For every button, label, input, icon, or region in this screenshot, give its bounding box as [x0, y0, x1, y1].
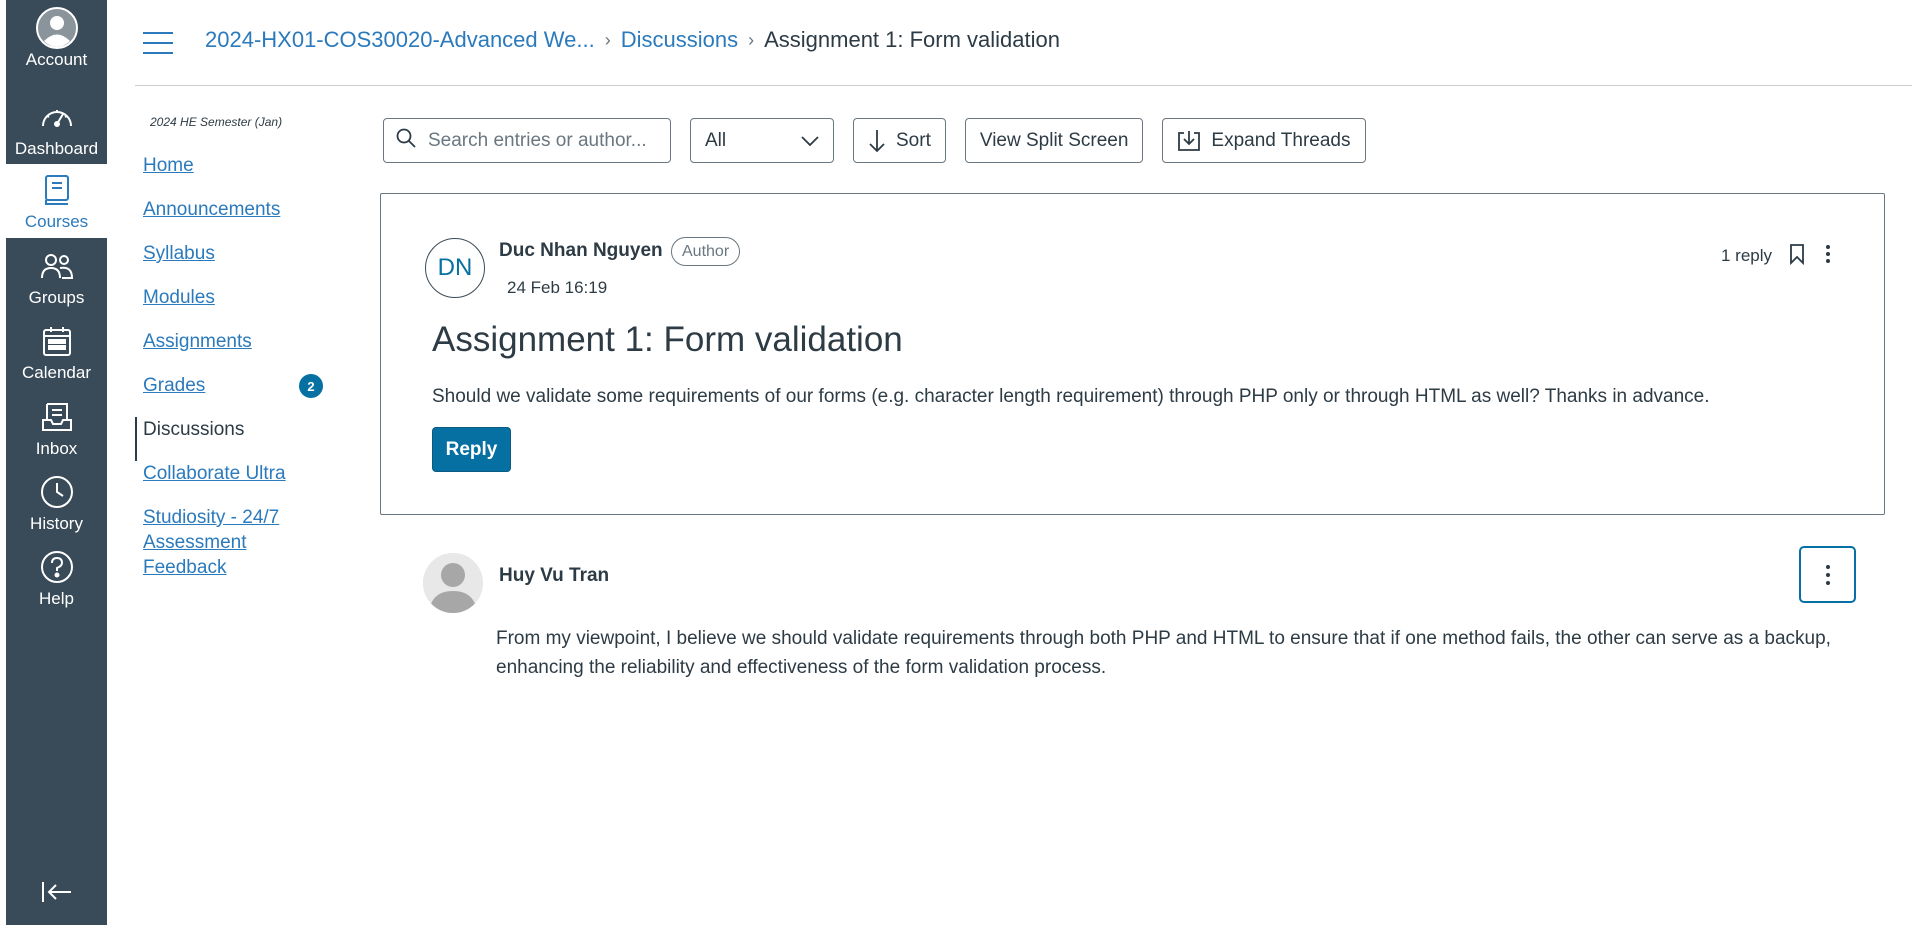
breadcrumb-current: Assignment 1: Form validation — [764, 27, 1060, 52]
global-nav-dashboard-label: Dashboard — [14, 139, 99, 158]
sort-button[interactable]: Sort — [853, 118, 946, 163]
author-avatar[interactable]: DN — [425, 238, 485, 298]
course-nav-modules-link[interactable]: Modules — [143, 287, 215, 308]
reply-entry: Huy Vu Tran From my viewpoint, I believe… — [380, 545, 1885, 685]
global-nav-help-label: Help — [39, 589, 74, 608]
course-menu-toggle-button[interactable] — [143, 32, 173, 54]
search-input[interactable] — [428, 129, 658, 152]
author-role-pill: Author — [671, 237, 741, 266]
search-box — [383, 118, 671, 163]
breadcrumb: 2024-HX01-COS30020-Advanced We... › Disc… — [205, 27, 1060, 53]
topic-options-button[interactable] — [1821, 242, 1835, 266]
course-nav-syllabus-link[interactable]: Syllabus — [143, 243, 215, 264]
kebab-icon-dot — [1825, 580, 1830, 585]
breadcrumb-course-link[interactable]: 2024-HX01-COS30020-Advanced We... — [205, 27, 595, 53]
dashboard-icon — [35, 95, 79, 139]
global-nav-account-label: Account — [25, 50, 88, 69]
reply-button[interactable]: Reply — [432, 427, 511, 472]
global-nav-inbox-label: Inbox — [35, 439, 78, 458]
reply-options-button[interactable] — [1799, 546, 1856, 603]
course-nav-item-assignments: Assignments — [135, 329, 335, 373]
topic-title: Assignment 1: Form validation — [432, 320, 903, 359]
global-nav-account[interactable]: Account — [6, 6, 107, 78]
course-nav-discussions-link[interactable]: Discussions — [143, 419, 244, 440]
expand-threads-button[interactable]: Expand Threads — [1162, 118, 1366, 163]
course-nav-grades-link[interactable]: Grades — [143, 375, 205, 396]
help-icon — [35, 545, 79, 589]
page-header: 2024-HX01-COS30020-Advanced We... › Disc… — [135, 0, 1912, 86]
chevron-down-icon — [801, 130, 819, 152]
course-nav-studiosity-link[interactable]: Studiosity - 24/7 Assessment Feedback — [143, 507, 279, 578]
view-split-screen-label: View Split Screen — [979, 129, 1129, 151]
global-nav-history-label: History — [30, 514, 83, 533]
topic-post-date: 24 Feb 16:19 — [507, 278, 608, 297]
reply-author-name[interactable]: Huy Vu Tran — [499, 565, 609, 587]
course-nav: 2024 HE Semester (Jan) Home Announcement… — [135, 115, 335, 583]
global-nav-inbox[interactable]: Inbox — [6, 395, 107, 467]
chevron-right-icon: › — [748, 29, 755, 50]
course-nav-item-home: Home — [135, 153, 335, 197]
hamburger-icon-line — [143, 42, 173, 44]
hamburger-icon — [143, 32, 173, 34]
grades-count-badge: 2 — [299, 374, 323, 398]
kebab-icon-dot — [1825, 572, 1830, 577]
reply-author-avatar[interactable] — [423, 553, 483, 613]
course-nav-item-collaborate-ultra: Collaborate Ultra — [135, 461, 335, 505]
course-nav-assignments-link[interactable]: Assignments — [143, 331, 252, 352]
calendar-icon — [35, 319, 79, 363]
arrow-down-icon — [868, 129, 886, 153]
course-nav-item-grades: Grades 2 — [135, 373, 335, 417]
kebab-icon — [1825, 564, 1830, 569]
course-nav-collaborate-ultra-link[interactable]: Collaborate Ultra — [143, 463, 286, 484]
courses-icon — [35, 168, 79, 212]
course-nav-announcements-link[interactable]: Announcements — [143, 199, 280, 220]
global-nav-groups-label: Groups — [28, 288, 85, 307]
reply-count: 1 reply — [1721, 246, 1773, 265]
history-icon — [35, 470, 79, 514]
discussion-topic: DN Duc Nhan Nguyen Author 24 Feb 16:19 1… — [380, 193, 1885, 515]
groups-icon — [35, 244, 79, 288]
chevron-right-icon: › — [604, 29, 611, 50]
global-nav-courses-label: Courses — [24, 212, 89, 231]
global-nav-groups[interactable]: Groups — [6, 244, 107, 316]
global-nav-help[interactable]: Help — [6, 545, 107, 617]
view-split-screen-button[interactable]: View Split Screen — [964, 118, 1144, 163]
course-nav-item-modules: Modules — [135, 285, 335, 329]
global-nav-calendar-label: Calendar — [22, 363, 91, 382]
filter-select[interactable]: All — [690, 118, 834, 163]
course-nav-item-studiosity: Studiosity - 24/7 Assessment Feedback — [135, 505, 285, 583]
sort-button-label: Sort — [896, 129, 931, 151]
breadcrumb-discussions-link[interactable]: Discussions — [621, 27, 738, 53]
collapse-icon — [41, 880, 73, 909]
kebab-icon — [1826, 245, 1830, 249]
global-nav: Account Dashboard Courses Groups Calenda… — [6, 0, 107, 925]
discussion-toolbar: All Sort View Split Screen Expand Thread… — [383, 118, 1385, 163]
reply-body: From my viewpoint, I believe we should v… — [496, 628, 1831, 678]
topic-author-name[interactable]: Duc Nhan Nguyen — [499, 240, 663, 262]
inbox-icon — [35, 395, 79, 439]
hamburger-icon-line — [143, 52, 173, 54]
course-nav-item-discussions: Discussions — [135, 417, 335, 461]
filter-select-value: All — [705, 129, 727, 151]
course-nav-item-syllabus: Syllabus — [135, 241, 335, 285]
global-nav-courses[interactable]: Courses — [6, 164, 107, 238]
global-nav-dashboard[interactable]: Dashboard — [6, 95, 107, 167]
kebab-icon-dot — [1826, 259, 1830, 263]
course-term: 2024 HE Semester (Jan) — [150, 115, 283, 129]
collapse-nav-button[interactable] — [6, 880, 107, 909]
kebab-icon-dot — [1826, 252, 1830, 256]
course-nav-item-announcements: Announcements — [135, 197, 335, 241]
account-icon — [35, 6, 79, 50]
expand-threads-label: Expand Threads — [1211, 129, 1351, 151]
expand-icon — [1177, 130, 1201, 152]
bookmark-icon[interactable] — [1789, 243, 1805, 270]
search-icon — [396, 128, 416, 153]
topic-body: Should we validate some requirements of … — [432, 386, 1710, 407]
global-nav-calendar[interactable]: Calendar — [6, 319, 107, 391]
course-nav-home-link[interactable]: Home — [143, 155, 194, 176]
global-nav-history[interactable]: History — [6, 470, 107, 542]
